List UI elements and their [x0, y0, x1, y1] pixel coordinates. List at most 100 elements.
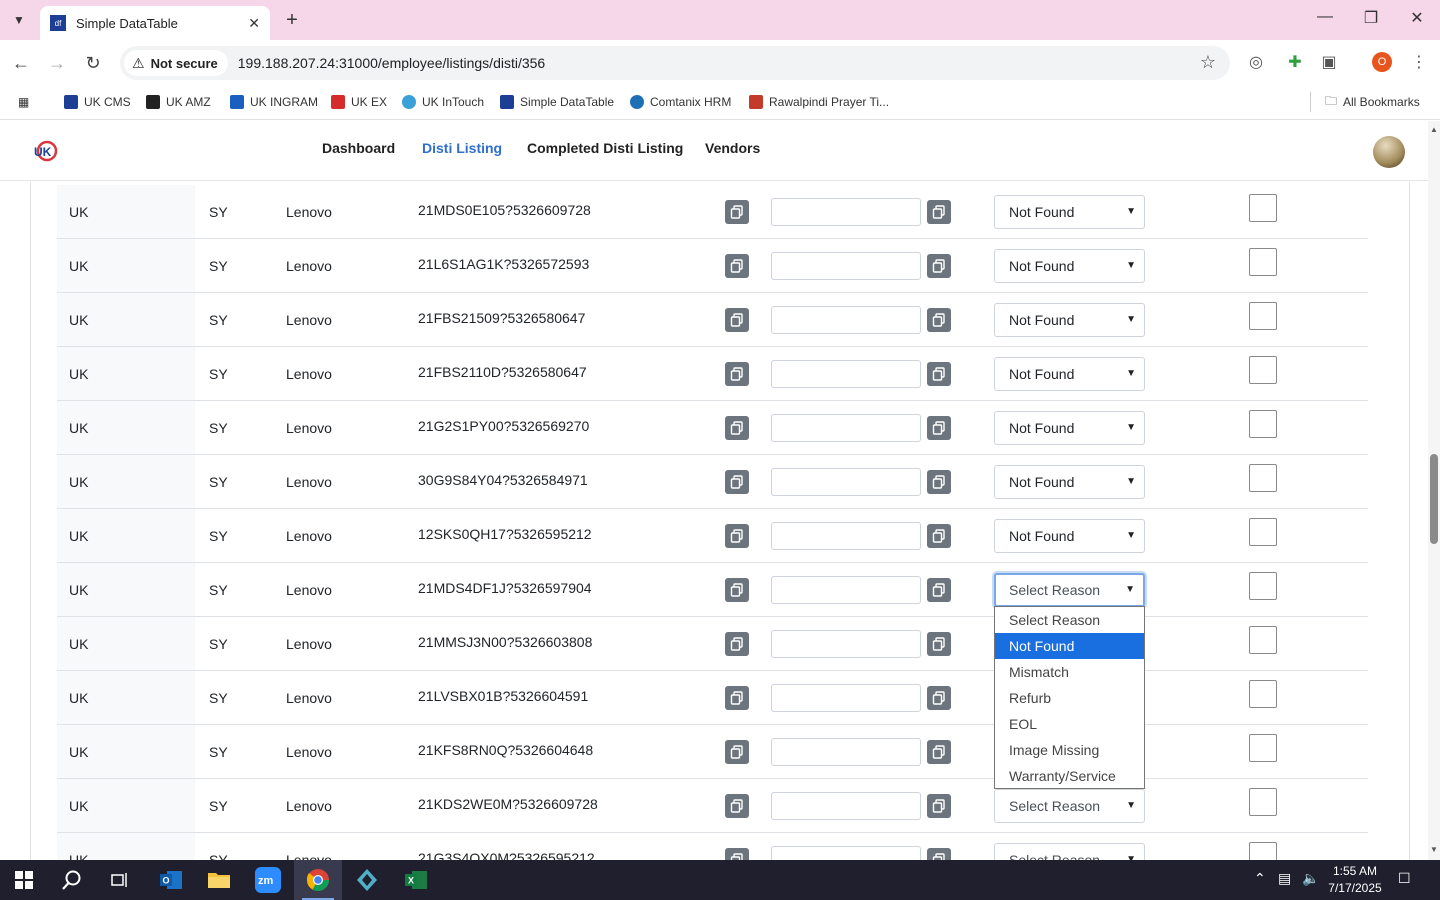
- copy-sku-button[interactable]: [725, 848, 749, 860]
- row-checkbox[interactable]: [1249, 572, 1277, 600]
- new-tab-plus-icon[interactable]: +: [280, 8, 304, 32]
- zoom-icon[interactable]: zm: [244, 860, 292, 900]
- scroll-up-arrow-icon[interactable]: ▲: [1428, 125, 1440, 134]
- translate-globe-icon[interactable]: ◎: [1245, 52, 1267, 74]
- paste-url-button[interactable]: [927, 200, 951, 224]
- row-checkbox[interactable]: [1249, 518, 1277, 546]
- copy-sku-button[interactable]: [725, 362, 749, 386]
- url-input[interactable]: [771, 792, 921, 820]
- copy-sku-button[interactable]: [725, 686, 749, 710]
- paste-url-button[interactable]: [927, 686, 951, 710]
- reason-option[interactable]: Not Found: [995, 633, 1144, 659]
- address-bar[interactable]: ⚠ Not secure 199.188.207.24:31000/employ…: [120, 46, 1230, 80]
- window-restore-icon[interactable]: ❐: [1356, 8, 1386, 28]
- bookmark-uk-cms[interactable]: UK CMS: [64, 92, 131, 112]
- reason-select[interactable]: Not Found ▼: [994, 303, 1145, 337]
- profile-avatar[interactable]: O: [1372, 52, 1392, 72]
- reason-option[interactable]: Mismatch: [995, 659, 1144, 685]
- url-input[interactable]: [771, 576, 921, 604]
- paste-url-button[interactable]: [927, 254, 951, 278]
- reason-select[interactable]: Not Found ▼: [994, 411, 1145, 445]
- bookmark-star-icon[interactable]: ☆: [1200, 52, 1216, 73]
- taskbar-clock[interactable]: 1:55 AM 7/17/2025: [1320, 863, 1390, 897]
- url-input[interactable]: [771, 468, 921, 496]
- tab-close-icon[interactable]: ✕: [248, 15, 260, 32]
- url-input[interactable]: [771, 846, 921, 860]
- all-bookmarks[interactable]: 🗀 All Bookmarks: [1310, 92, 1420, 112]
- search-icon[interactable]: [48, 860, 96, 900]
- reason-select[interactable]: Not Found ▼: [994, 249, 1145, 283]
- reason-option[interactable]: Image Missing: [995, 737, 1144, 763]
- user-avatar[interactable]: [1373, 136, 1405, 168]
- bookmark-uk-intouch[interactable]: UK InTouch: [402, 92, 484, 112]
- bookmark-uk-ingram[interactable]: UK INGRAM: [230, 92, 318, 112]
- url-input[interactable]: [771, 522, 921, 550]
- apps-grid-icon[interactable]: ▦: [18, 92, 29, 112]
- window-close-icon[interactable]: ✕: [1402, 8, 1432, 28]
- reason-option[interactable]: Warranty/Service: [995, 763, 1144, 789]
- browser-menu-kebab-icon[interactable]: ⋮: [1408, 52, 1430, 74]
- url-input[interactable]: [771, 630, 921, 658]
- copy-sku-button[interactable]: [725, 578, 749, 602]
- task-view-icon[interactable]: [96, 860, 144, 900]
- copy-sku-button[interactable]: [725, 632, 749, 656]
- row-checkbox[interactable]: [1249, 842, 1277, 860]
- excel-icon[interactable]: X: [392, 860, 440, 900]
- outlook-icon[interactable]: O: [147, 860, 195, 900]
- network-icon[interactable]: ▤: [1278, 870, 1291, 887]
- copy-sku-button[interactable]: [725, 308, 749, 332]
- speaker-muted-icon[interactable]: 🔈: [1302, 870, 1319, 887]
- tab-search-chevron-icon[interactable]: ▼: [6, 8, 32, 32]
- uk-logo-icon[interactable]: UK: [32, 138, 58, 164]
- url-input[interactable]: [771, 360, 921, 388]
- back-arrow-icon[interactable]: ←: [8, 50, 34, 76]
- row-checkbox[interactable]: [1249, 680, 1277, 708]
- url-text[interactable]: 199.188.207.24:31000/employee/listings/d…: [238, 55, 545, 71]
- paste-url-button[interactable]: [927, 848, 951, 860]
- bookmark-uk-ex[interactable]: UK EX: [331, 92, 387, 112]
- row-checkbox[interactable]: [1249, 194, 1277, 222]
- nav-vendors[interactable]: Vendors: [705, 140, 760, 156]
- copy-sku-button[interactable]: [725, 254, 749, 278]
- chrome-icon[interactable]: [294, 860, 342, 900]
- paste-url-button[interactable]: [927, 470, 951, 494]
- copy-sku-button[interactable]: [725, 524, 749, 548]
- bookmark-uk-amz[interactable]: UK AMZ: [146, 92, 211, 112]
- notifications-icon[interactable]: ☐: [1398, 870, 1411, 887]
- copy-sku-button[interactable]: [725, 740, 749, 764]
- url-input[interactable]: [771, 252, 921, 280]
- reason-select[interactable]: Select Reason ▼: [994, 843, 1145, 860]
- paste-url-button[interactable]: [927, 578, 951, 602]
- browser-tab[interactable]: df Simple DataTable ✕: [40, 6, 270, 40]
- copy-sku-button[interactable]: [725, 416, 749, 440]
- reason-select[interactable]: Select Reason ▼: [994, 789, 1145, 823]
- row-checkbox[interactable]: [1249, 734, 1277, 762]
- windows-start-icon[interactable]: [0, 860, 48, 900]
- url-input[interactable]: [771, 738, 921, 766]
- row-checkbox[interactable]: [1249, 626, 1277, 654]
- forward-arrow-icon[interactable]: →: [44, 50, 70, 76]
- tray-chevron-up-icon[interactable]: ⌃: [1254, 870, 1266, 887]
- remote-desktop-icon[interactable]: [343, 860, 391, 900]
- extension-plus-icon[interactable]: ✚: [1284, 52, 1306, 74]
- row-checkbox[interactable]: [1249, 248, 1277, 276]
- reload-icon[interactable]: ↻: [80, 50, 106, 76]
- row-checkbox[interactable]: [1249, 410, 1277, 438]
- bookmark-simple-datatable[interactable]: Simple DataTable: [500, 92, 614, 112]
- copy-sku-button[interactable]: [725, 470, 749, 494]
- reason-option[interactable]: EOL: [995, 711, 1144, 737]
- reason-dropdown-list[interactable]: Select Reason Not Found Mismatch Refurb EOL I…: [994, 606, 1145, 789]
- url-input[interactable]: [771, 684, 921, 712]
- security-chip[interactable]: ⚠ Not secure: [124, 50, 228, 76]
- paste-url-button[interactable]: [927, 632, 951, 656]
- scroll-down-arrow-icon[interactable]: ▼: [1428, 845, 1440, 854]
- page-scrollbar[interactable]: ▲ ▼: [1428, 121, 1440, 860]
- paste-url-button[interactable]: [927, 362, 951, 386]
- file-explorer-icon[interactable]: [195, 860, 243, 900]
- scrollbar-thumb[interactable]: [1430, 454, 1438, 544]
- reason-option[interactable]: Refurb: [995, 685, 1144, 711]
- bookmark-comtanix-hrm[interactable]: Comtanix HRM: [630, 92, 731, 112]
- nav-dashboard[interactable]: Dashboard: [322, 140, 395, 156]
- extensions-puzzle-icon[interactable]: ▣: [1318, 52, 1340, 74]
- url-input[interactable]: [771, 198, 921, 226]
